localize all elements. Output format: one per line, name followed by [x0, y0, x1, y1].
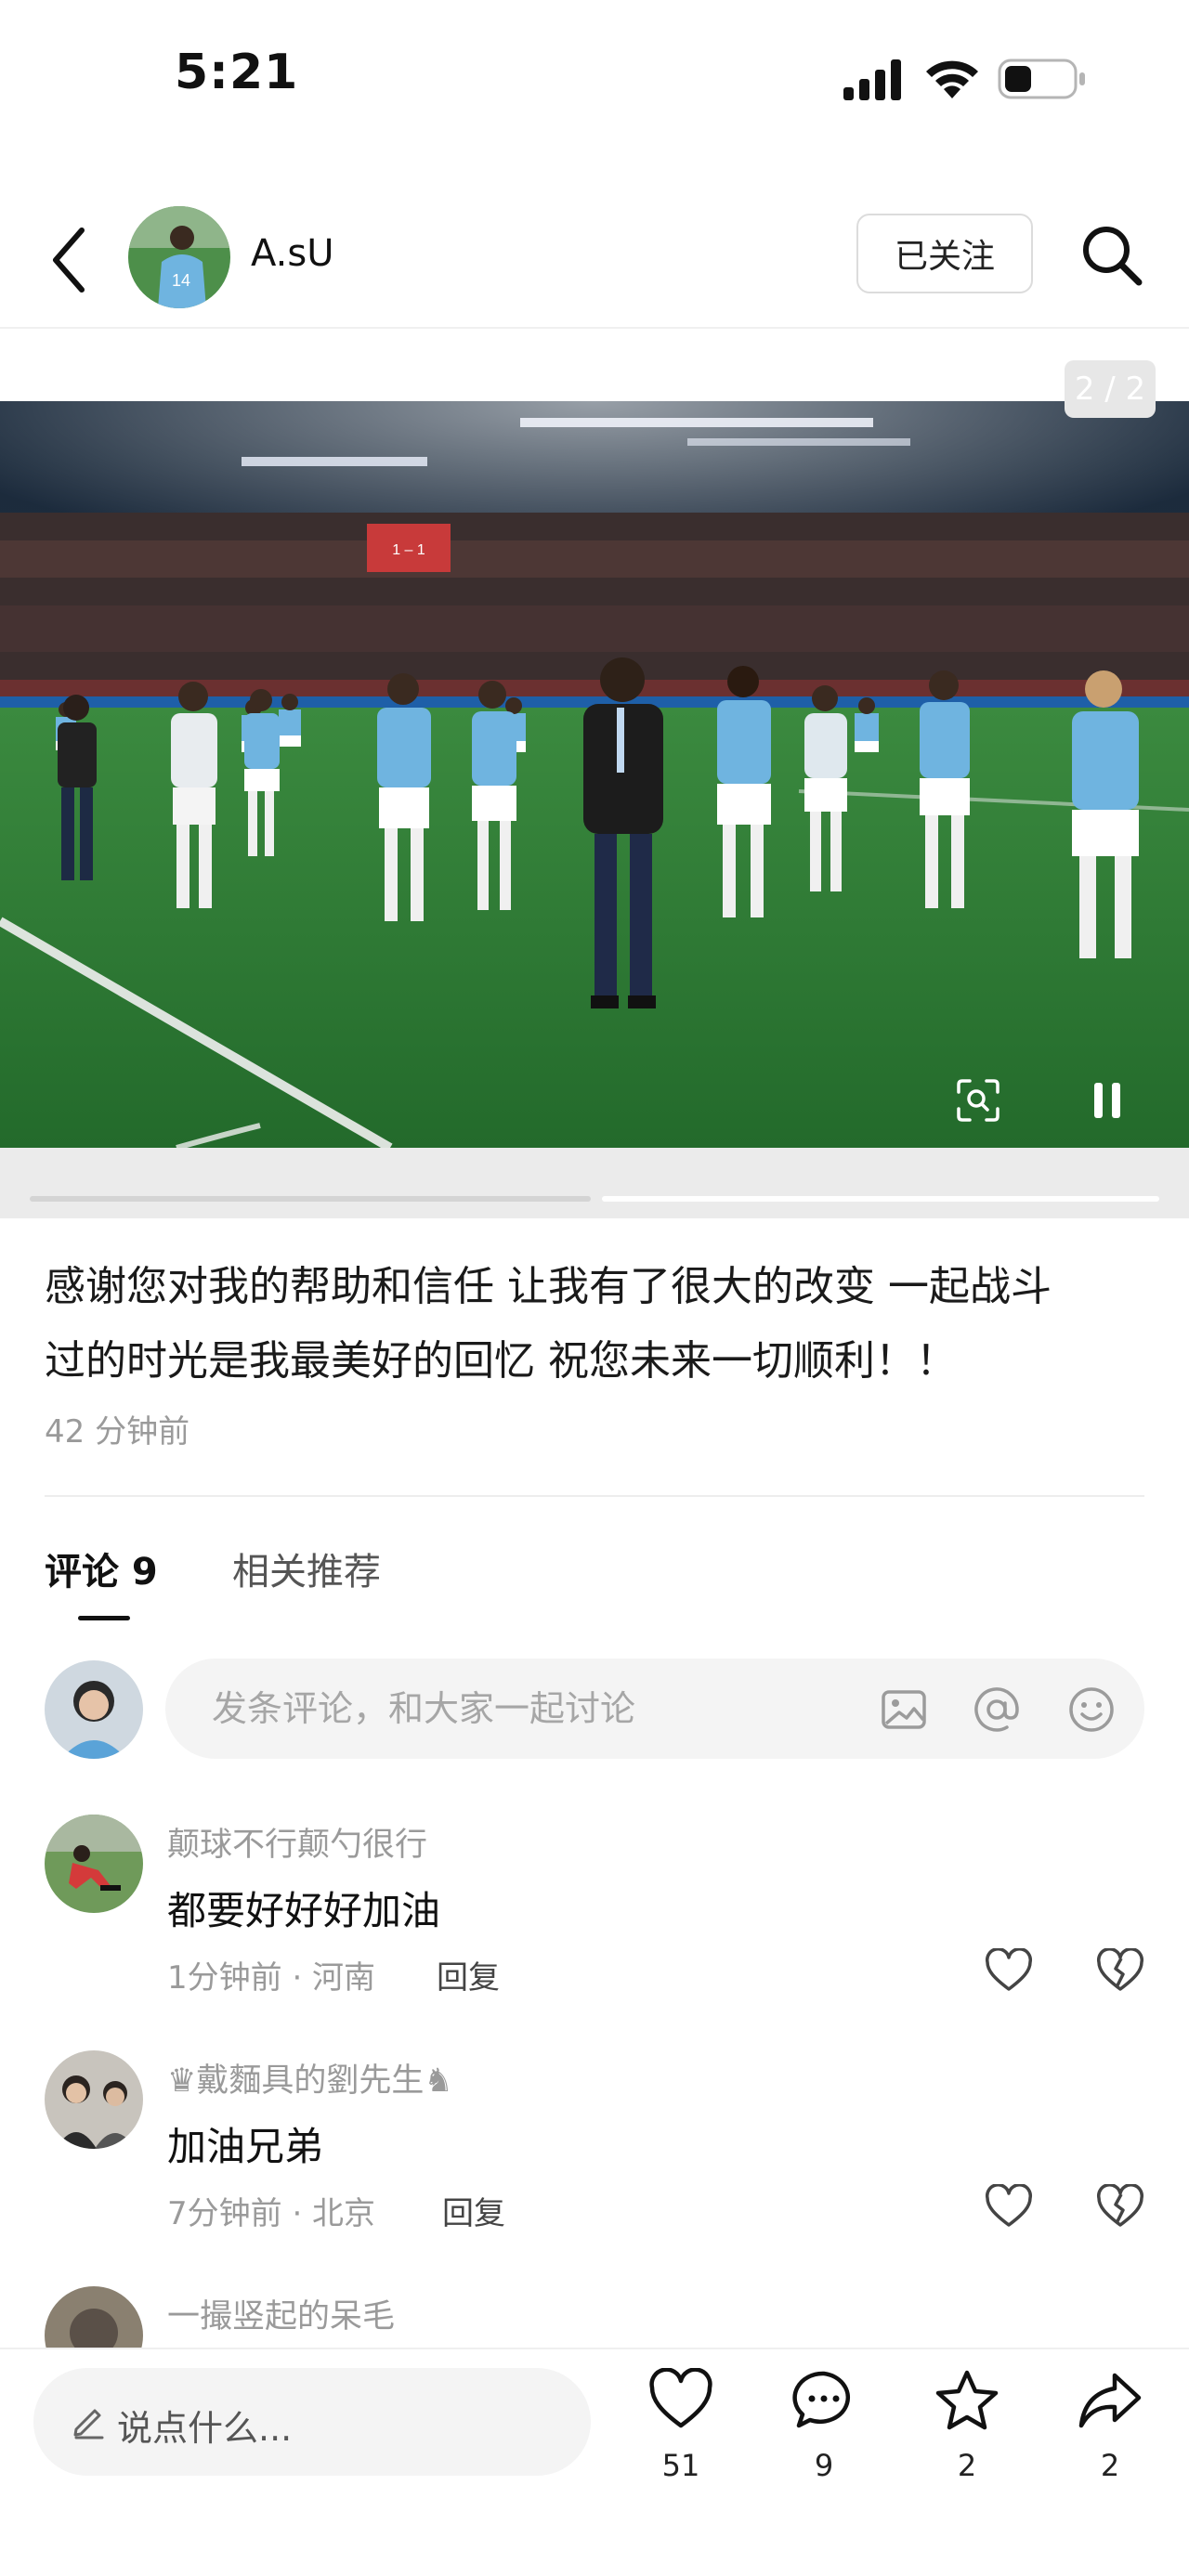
like-button[interactable]: 51 [630, 2368, 732, 2526]
search-icon[interactable] [1079, 223, 1144, 288]
battery-icon [998, 59, 1085, 99]
comment-text: 都要好好好加油 [167, 1888, 441, 1933]
mention-icon[interactable] [972, 1685, 1022, 1735]
stadium-photo: 1 – 1 [0, 401, 1189, 1148]
share-arrow-icon [1078, 2373, 1142, 2428]
favorite-count: 2 [957, 2448, 977, 2483]
image-page-indicator: 2 / 2 [1065, 360, 1156, 418]
current-user-avatar [45, 1660, 143, 1759]
share-count: 2 [1100, 2448, 1120, 2483]
comment-count: 9 [814, 2448, 834, 2483]
bottom-action-bar: 说点什么... 51 9 2 2 [0, 2348, 1189, 2576]
tab-comments[interactable]: 评论 9 [45, 1542, 158, 1595]
comment-text: 加油兄弟 [167, 2124, 324, 2169]
svg-text:14: 14 [172, 271, 190, 290]
comment-button[interactable]: 9 [773, 2368, 875, 2526]
comment-meta: 7分钟前 · 北京 [167, 2195, 376, 2232]
post-caption-line-1: 感谢您对我的帮助和信任 让我有了很大的改变 一起战斗 [45, 1263, 1052, 1310]
dislike-broken-heart-icon[interactable] [1096, 1948, 1144, 1993]
carousel-progress [0, 1148, 1189, 1218]
carousel-progress-segment-2 [602, 1196, 1159, 1202]
scoreboard-score: 1 – 1 [392, 542, 425, 558]
post-photo[interactable]: 1 – 1 [0, 401, 1189, 1148]
reply-button[interactable]: 回复 [437, 1952, 500, 1997]
reply-button[interactable]: 回复 [442, 2188, 505, 2233]
tab-related[interactable]: 相关推荐 [232, 1542, 381, 1595]
quick-comment-placeholder: 说点什么... [117, 2408, 293, 2449]
share-button[interactable]: 2 [1059, 2368, 1161, 2526]
heart-icon [649, 2368, 712, 2428]
emoji-icon[interactable] [1066, 1685, 1117, 1735]
status-bar: 5:21 [0, 0, 1189, 158]
status-time: 5:21 [175, 45, 299, 100]
post-caption-line-2: 过的时光是我最美好的回忆 祝您未来一切顺利！！ [45, 1337, 957, 1385]
dislike-broken-heart-icon[interactable] [1096, 2184, 1144, 2229]
caption-divider [45, 1495, 1144, 1497]
comment-item: 一撮竖起的呆毛 [0, 2286, 1189, 2348]
commenter-avatar[interactable] [45, 2286, 143, 2348]
author-name[interactable]: A.sU [251, 232, 334, 275]
comment-bubble-icon [792, 2371, 851, 2428]
commenter-name[interactable]: 一撮竖起的呆毛 [167, 2290, 395, 2337]
like-count: 51 [661, 2448, 700, 2483]
commenter-avatar[interactable] [45, 1815, 143, 1913]
active-tab-indicator [78, 1616, 130, 1620]
image-picker-icon[interactable] [879, 1685, 929, 1735]
following-button[interactable]: 已关注 [856, 214, 1033, 293]
carousel-progress-segment-1 [30, 1196, 591, 1202]
commenter-avatar[interactable] [45, 2050, 143, 2149]
comment-item: ♛戴麵具的劉先生♞ 加油兄弟 7分钟前 · 北京 回复 [0, 2050, 1189, 2283]
like-heart-icon[interactable] [985, 2184, 1033, 2229]
comment-item: 颠球不行颠勺很行 都要好好好加油 1分钟前 · 河南 回复 [0, 1815, 1189, 2047]
commenter-name[interactable]: 颠球不行颠勺很行 [167, 1818, 427, 1866]
favorite-button[interactable]: 2 [916, 2368, 1018, 2526]
post-header: 14 A.sU 已关注 [0, 195, 1189, 325]
pause-icon[interactable] [1089, 1079, 1126, 1122]
pencil-icon [73, 2409, 104, 2439]
comment-meta: 1分钟前 · 河南 [167, 1959, 376, 1997]
header-divider [0, 327, 1189, 329]
post-caption: 感谢您对我的帮助和信任 让我有了很大的改变 一起战斗 过的时光是我最美好的回忆 … [45, 1250, 1150, 1399]
cellular-signal-icon [843, 59, 901, 100]
star-icon [935, 2370, 999, 2430]
like-heart-icon[interactable] [985, 1948, 1033, 1993]
post-timestamp: 42 分钟前 [45, 1413, 190, 1451]
quick-comment-box[interactable]: 说点什么... [33, 2368, 591, 2476]
wifi-icon [926, 60, 978, 98]
back-arrow-icon[interactable] [46, 223, 93, 297]
commenter-name[interactable]: ♛戴麵具的劉先生♞ [167, 2054, 453, 2101]
author-avatar[interactable]: 14 [128, 206, 230, 308]
scan-image-icon[interactable] [955, 1077, 1001, 1124]
